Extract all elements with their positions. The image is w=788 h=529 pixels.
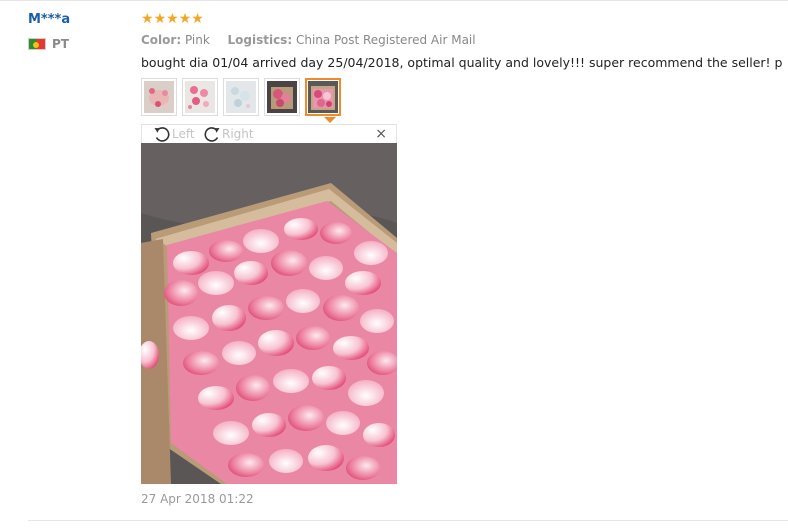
rotate-left-label: Left <box>172 127 195 141</box>
star-icon: ★ <box>166 11 179 27</box>
logistics-value: China Post Registered Air Mail <box>295 33 476 47</box>
rotate-right-icon <box>204 127 220 142</box>
rotate-left-button[interactable]: Left <box>152 125 195 143</box>
close-viewer-button[interactable]: × <box>375 126 387 142</box>
bottom-divider <box>28 520 788 521</box>
logistics-label: Logistics: <box>227 33 293 47</box>
thumb-4-petal-box-dark[interactable] <box>264 78 300 116</box>
color-value: Pink <box>184 33 210 47</box>
top-divider <box>0 0 788 1</box>
star-icon: ★ <box>178 11 192 27</box>
review-photo <box>141 143 397 484</box>
star-icon: ★ <box>153 11 167 27</box>
thumb-5-petal-box[interactable] <box>305 78 341 116</box>
star-icon: ★ <box>191 11 204 27</box>
thumb-3-pale-petals[interactable] <box>223 78 259 116</box>
rotate-right-button[interactable]: Right <box>202 125 254 143</box>
star-icon: ★ <box>141 11 154 27</box>
active-thumb-pointer <box>324 117 336 123</box>
portugal-flag-icon <box>28 38 46 50</box>
star-rating: ★ ★ ★ ★ ★ <box>141 11 204 27</box>
buyer-country: PT <box>28 37 69 51</box>
thumb-2-pink-petals[interactable] <box>182 78 218 116</box>
color-label: Color: <box>141 33 182 47</box>
review-text: bought dia 01/04 arrived day 25/04/2018,… <box>141 55 783 70</box>
country-code: PT <box>52 37 69 51</box>
thumb-1-petals-in-hand[interactable] <box>141 78 177 116</box>
image-viewer-toolbar: Left Right × <box>141 124 397 144</box>
review-thumbnails <box>141 78 346 116</box>
rotate-left-icon <box>154 127 170 142</box>
rotate-right-label: Right <box>222 127 254 141</box>
review-date: 27 Apr 2018 01:22 <box>141 492 254 506</box>
order-info: Color: Pink Logistics: China Post Regist… <box>141 33 476 47</box>
buyer-name[interactable]: M***a <box>28 12 70 27</box>
